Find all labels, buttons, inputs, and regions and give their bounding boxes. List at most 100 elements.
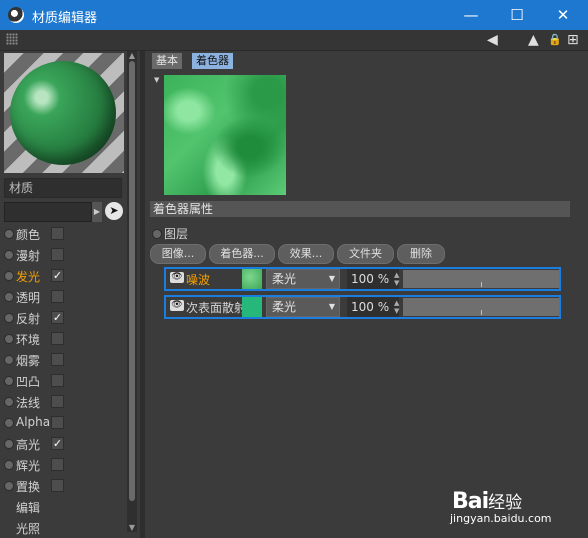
channel-checkbox[interactable] bbox=[51, 227, 64, 240]
lock-icon[interactable]: 🔒 bbox=[548, 31, 562, 49]
channel-item[interactable]: 环境 bbox=[0, 328, 124, 349]
panel-divider[interactable] bbox=[140, 51, 145, 538]
opacity-field[interactable]: 100 % bbox=[347, 297, 399, 317]
channel-item[interactable]: 编辑 bbox=[0, 496, 124, 517]
channel-checkbox[interactable]: ✓ bbox=[51, 311, 64, 324]
scroll-down-icon[interactable]: ▼ bbox=[127, 523, 137, 532]
dropdown-arrow-icon[interactable]: ▶ bbox=[92, 202, 102, 222]
eye-icon[interactable]: 👁 bbox=[170, 272, 184, 283]
minimize-button[interactable]: — bbox=[448, 0, 494, 30]
channel-checkbox[interactable] bbox=[51, 374, 64, 387]
channel-checkbox[interactable]: ✓ bbox=[51, 269, 64, 282]
channel-checkbox[interactable] bbox=[51, 248, 64, 261]
channel-radio[interactable] bbox=[4, 334, 14, 344]
channel-item[interactable]: 辉光 bbox=[0, 454, 124, 475]
channel-radio[interactable] bbox=[4, 397, 14, 407]
spinner-icon[interactable]: ▲ ▼ bbox=[394, 299, 399, 315]
collapse-arrow-icon[interactable]: ▼ bbox=[154, 76, 159, 84]
channel-radio[interactable] bbox=[4, 355, 14, 365]
channel-label[interactable]: 高光 bbox=[16, 436, 40, 453]
channel-label[interactable]: 辉光 bbox=[16, 457, 40, 474]
channel-checkbox[interactable] bbox=[51, 458, 64, 471]
channel-item[interactable]: 置换 bbox=[0, 475, 124, 496]
delete-button[interactable]: 删除 bbox=[397, 244, 445, 264]
channel-label[interactable]: 颜色 bbox=[16, 226, 40, 243]
channel-item[interactable]: 凹凸 bbox=[0, 370, 124, 391]
channel-item[interactable]: 发光 ✓ bbox=[0, 265, 124, 286]
shader-properties-header: 着色器属性 bbox=[150, 201, 570, 217]
channel-label[interactable]: 编辑 bbox=[16, 499, 40, 516]
channel-checkbox[interactable] bbox=[51, 416, 64, 429]
scroll-thumb[interactable] bbox=[129, 61, 135, 501]
effects-button[interactable]: 效果... bbox=[278, 244, 334, 264]
channel-label[interactable]: 光照 bbox=[16, 520, 40, 537]
channel-label[interactable]: 烟雾 bbox=[16, 352, 40, 369]
spinner-icon[interactable]: ▲ ▼ bbox=[394, 271, 399, 287]
channel-radio[interactable] bbox=[4, 460, 14, 470]
channel-item[interactable]: 颜色 bbox=[0, 223, 124, 244]
channel-checkbox[interactable] bbox=[51, 332, 64, 345]
image-button[interactable]: 图像... bbox=[150, 244, 206, 264]
channel-label[interactable]: 漫射 bbox=[16, 247, 40, 264]
navigate-icon[interactable]: ▲ bbox=[528, 31, 539, 49]
material-preview[interactable] bbox=[4, 53, 124, 173]
blend-mode-select[interactable]: 柔光 ▼ bbox=[266, 297, 340, 317]
maximize-button[interactable]: ☐ bbox=[494, 0, 540, 30]
layer-row-noise[interactable]: 👁 噪波 柔光 ▼ 100 % ▲ ▼ bbox=[164, 267, 561, 291]
tab-shader[interactable]: 着色器 bbox=[192, 53, 233, 69]
close-button[interactable]: ✕ bbox=[540, 0, 586, 30]
channel-checkbox[interactable] bbox=[51, 353, 64, 366]
channel-item[interactable]: 烟雾 bbox=[0, 349, 124, 370]
channel-radio[interactable] bbox=[4, 481, 14, 491]
channel-item[interactable]: 透明 bbox=[0, 286, 124, 307]
channel-search-field[interactable] bbox=[4, 202, 92, 222]
tab-basic[interactable]: 基本 bbox=[152, 53, 182, 69]
material-name-field[interactable]: 材质 bbox=[4, 178, 122, 198]
folder-button[interactable]: 文件夹 bbox=[337, 244, 394, 264]
shader-panel: 基本 着色器 ▼ 着色器属性 图层 图像... 着色器... 效果... 文件夹… bbox=[146, 51, 588, 538]
cursor-icon[interactable]: ➤ bbox=[105, 202, 123, 220]
channel-label[interactable]: 透明 bbox=[16, 289, 40, 306]
channel-radio[interactable] bbox=[4, 271, 14, 281]
back-arrow-icon[interactable]: ◀ bbox=[487, 31, 498, 49]
layer-row-sss[interactable]: 👁 次表面散射 柔光 ▼ 100 % ▲ ▼ bbox=[164, 295, 561, 319]
channel-radio[interactable] bbox=[4, 313, 14, 323]
new-window-icon[interactable]: ⊞ bbox=[567, 31, 579, 49]
channel-radio[interactable] bbox=[4, 292, 14, 302]
channel-radio[interactable] bbox=[4, 250, 14, 260]
scroll-up-icon[interactable]: ▲ bbox=[127, 51, 137, 60]
layer-name[interactable]: 噪波 bbox=[186, 271, 210, 288]
channel-checkbox[interactable] bbox=[51, 479, 64, 492]
chevron-down-icon: ▼ bbox=[328, 274, 335, 283]
channel-checkbox[interactable] bbox=[51, 290, 64, 303]
channel-radio[interactable] bbox=[4, 229, 14, 239]
channel-checkbox[interactable]: ✓ bbox=[51, 437, 64, 450]
channel-scrollbar[interactable]: ▲ ▼ bbox=[127, 51, 137, 532]
channel-label[interactable]: 发光 bbox=[16, 268, 40, 285]
channel-item[interactable]: Alpha bbox=[0, 412, 124, 433]
shader-button[interactable]: 着色器... bbox=[209, 244, 275, 264]
channel-radio[interactable] bbox=[4, 439, 14, 449]
channel-label[interactable]: Alpha bbox=[16, 415, 50, 429]
opacity-field[interactable]: 100 % bbox=[347, 269, 399, 289]
layer-name[interactable]: 次表面散射 bbox=[186, 299, 246, 316]
channel-label[interactable]: 凹凸 bbox=[16, 373, 40, 390]
channel-item[interactable]: 高光 ✓ bbox=[0, 433, 124, 454]
channel-radio[interactable] bbox=[4, 376, 14, 386]
channel-item[interactable]: 漫射 bbox=[0, 244, 124, 265]
channel-label[interactable]: 法线 bbox=[16, 394, 40, 411]
channel-label[interactable]: 环境 bbox=[16, 331, 40, 348]
channel-item[interactable]: 光照 bbox=[0, 517, 124, 538]
channel-radio[interactable] bbox=[4, 418, 14, 428]
channel-label[interactable]: 置换 bbox=[16, 478, 40, 495]
channel-item[interactable]: 法线 bbox=[0, 391, 124, 412]
channel-label[interactable]: 反射 bbox=[16, 310, 40, 327]
opacity-slider[interactable] bbox=[403, 298, 559, 316]
grip-icon[interactable] bbox=[6, 33, 18, 45]
opacity-slider[interactable] bbox=[403, 270, 559, 288]
channel-checkbox[interactable] bbox=[51, 395, 64, 408]
blend-mode-select[interactable]: 柔光 ▼ bbox=[266, 269, 340, 289]
eye-icon[interactable]: 👁 bbox=[170, 300, 184, 311]
channel-item[interactable]: 反射 ✓ bbox=[0, 307, 124, 328]
layer-radio[interactable] bbox=[152, 229, 162, 239]
